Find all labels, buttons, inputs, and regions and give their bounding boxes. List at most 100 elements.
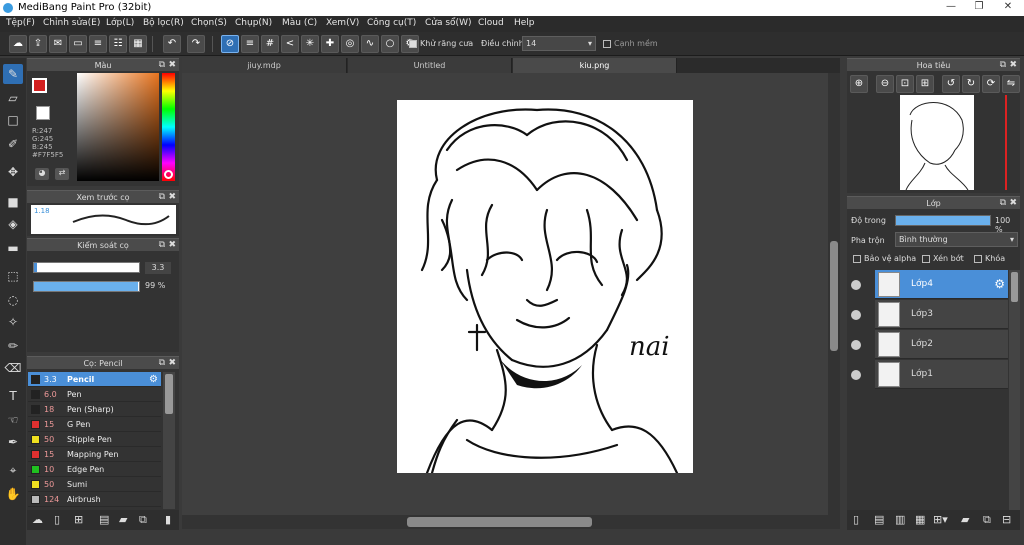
actual-size-icon[interactable]: ⊞	[916, 75, 934, 93]
new-halftone-layer-icon[interactable]: ▤	[874, 513, 884, 526]
select-eraser-icon[interactable]: ⌫	[3, 358, 23, 378]
foreground-color-swatch[interactable]	[32, 78, 47, 93]
saturation-value-picker[interactable]	[77, 73, 159, 181]
select-pen-icon[interactable]: ✏	[3, 336, 23, 356]
popout-icon[interactable]: ⧉	[1000, 197, 1006, 210]
rotate-left-icon[interactable]: ↺	[942, 75, 960, 93]
eraser-tool-icon[interactable]: ▱	[3, 88, 23, 108]
close-icon[interactable]: ✖	[168, 59, 176, 72]
magic-wand-icon[interactable]: ✧	[3, 312, 23, 332]
delete-icon[interactable]: ▮	[165, 513, 171, 526]
list-icon[interactable]: ☷	[109, 35, 127, 53]
new-layer-icon[interactable]: ▯	[853, 513, 859, 526]
layer-folder-icon[interactable]: ▰	[961, 513, 969, 526]
fit-icon[interactable]: ⊡	[896, 75, 914, 93]
share-icon[interactable]: ⇪	[29, 35, 47, 53]
operation-tool-icon[interactable]: ☜	[3, 410, 23, 430]
brush-size-value[interactable]: 3.3	[145, 262, 171, 274]
brush-item[interactable]: 18 Pen (Sharp)	[28, 402, 161, 417]
brush-item[interactable]: 10 Edge Pen	[28, 462, 161, 477]
redo-icon[interactable]: ↷	[187, 35, 205, 53]
rotate-right-icon[interactable]: ↻	[962, 75, 980, 93]
hand-tool-icon[interactable]: ✋	[3, 484, 23, 504]
blend-mode-select[interactable]: Bình thường ▾	[895, 232, 1018, 247]
parallel-snap-icon[interactable]: ≡	[241, 35, 259, 53]
menu-edit[interactable]: Chỉnh sửa(E)	[43, 18, 100, 28]
protect-alpha-toggle[interactable]: Bảo vệ alpha	[853, 254, 916, 263]
layer-opacity-slider[interactable]	[895, 215, 991, 226]
zoom-out-icon[interactable]: ⊖	[876, 75, 894, 93]
menu-select[interactable]: Chọn(S)	[191, 18, 227, 28]
popout-icon[interactable]: ⧉	[159, 357, 165, 370]
merge-layer-icon[interactable]: ⊟	[1002, 513, 1011, 526]
lock-toggle[interactable]: Khóa	[974, 254, 1005, 263]
comment-icon[interactable]: ✉	[49, 35, 67, 53]
flip-icon[interactable]: ⇋	[1002, 75, 1020, 93]
menu-file[interactable]: Tệp(F)	[6, 18, 35, 28]
popout-icon[interactable]: ⧉	[159, 239, 165, 252]
navigator-thumbnail[interactable]	[900, 95, 974, 191]
menu-layer[interactable]: Lớp(L)	[106, 18, 134, 28]
canvas-horizontal-scrollbar[interactable]	[182, 515, 840, 529]
brush-opacity-slider[interactable]	[33, 281, 140, 292]
new-1bit-layer-icon[interactable]: ▥	[895, 513, 905, 526]
swap-color-icon[interactable]: ⇄	[55, 168, 69, 180]
grid-snap-icon[interactable]: #	[261, 35, 279, 53]
brush-tool-icon[interactable]: ✎	[3, 64, 23, 84]
divide-tool-icon[interactable]: ✒	[3, 432, 23, 452]
layer-row[interactable]: Lớp1	[875, 360, 1008, 389]
layer-row[interactable]: Lớp2	[875, 330, 1008, 359]
no-snap-icon[interactable]: ⊘	[221, 35, 239, 53]
text-tool-icon[interactable]: T	[3, 386, 23, 406]
menu-tools[interactable]: Công cụ(T)	[367, 18, 416, 28]
menu-view[interactable]: Xem(V)	[326, 18, 359, 28]
select-tool-icon[interactable]: ⬚	[3, 266, 23, 286]
duplicate-icon[interactable]: ⧉	[139, 513, 147, 527]
background-color-swatch[interactable]	[36, 106, 50, 120]
menu-filter[interactable]: Bộ lọc(R)	[143, 18, 184, 28]
brush-settings-icon[interactable]: ▤	[99, 513, 109, 526]
brush-list-scrollbar[interactable]	[163, 372, 175, 509]
bucket-tool-icon[interactable]: ◈	[3, 214, 23, 234]
adjust-select[interactable]: 14 ▾	[522, 36, 596, 51]
brush-item[interactable]: 50 Stipple Pen	[28, 432, 161, 447]
lasso-tool-icon[interactable]: ◌	[3, 290, 23, 310]
palette-icon[interactable]: ◕	[35, 168, 49, 180]
brush-item[interactable]: 15 G Pen	[28, 417, 161, 432]
soft-edge-toggle[interactable]: Cạnh mềm	[603, 39, 658, 48]
curve-snap-icon[interactable]: ∿	[361, 35, 379, 53]
layer-visibility-icon[interactable]	[851, 370, 861, 380]
close-icon[interactable]: ✖	[168, 239, 176, 252]
maximize-button[interactable]: ❐	[966, 0, 992, 15]
menu-window[interactable]: Cửa sổ(W)	[425, 18, 471, 28]
close-icon[interactable]: ✖	[168, 357, 176, 370]
brush-item[interactable]: 6.0 Pen	[28, 387, 161, 402]
close-icon[interactable]: ✖	[1009, 197, 1017, 210]
rectangle-tool-icon[interactable]: □	[3, 110, 23, 130]
fill-shape-icon[interactable]: ■	[3, 192, 23, 212]
cloud-icon[interactable]: ☁	[9, 35, 27, 53]
brush-item[interactable]: 3.3 Pencil ⚙	[28, 372, 161, 387]
tab-jiuy[interactable]: jiuy.mdp	[182, 58, 347, 73]
perspective-snap-icon[interactable]: <	[281, 35, 299, 53]
folder-icon[interactable]: ▰	[119, 513, 127, 526]
popout-icon[interactable]: ⧉	[1000, 59, 1006, 72]
menu-capture[interactable]: Chụp(N)	[235, 18, 272, 28]
add-brush-menu-icon[interactable]: ⊞	[74, 513, 83, 526]
antialias-checkbox[interactable]	[409, 39, 417, 48]
clipping-checkbox[interactable]	[922, 254, 930, 263]
tab-untitled[interactable]: Untitled	[348, 58, 512, 73]
eyedropper-icon[interactable]: ⌖	[3, 460, 23, 480]
hue-slider[interactable]	[162, 73, 175, 181]
layer-row[interactable]: Lớp4 ⚙	[875, 270, 1008, 299]
gear-icon[interactable]: ⚙	[149, 372, 158, 387]
gradient-tool-icon[interactable]: ▬	[3, 238, 23, 258]
protect-alpha-checkbox[interactable]	[853, 254, 861, 263]
brush-item[interactable]: 15 Mapping Pen	[28, 447, 161, 462]
antialias-toggle[interactable]: Khử răng cưa	[409, 39, 473, 48]
menu-cloud[interactable]: Cloud	[478, 18, 504, 28]
close-icon[interactable]: ✖	[1009, 59, 1017, 72]
drawing-canvas[interactable]: nai	[397, 100, 693, 475]
layer-visibility-icon[interactable]	[851, 340, 861, 350]
soft-edge-checkbox[interactable]	[603, 39, 611, 48]
